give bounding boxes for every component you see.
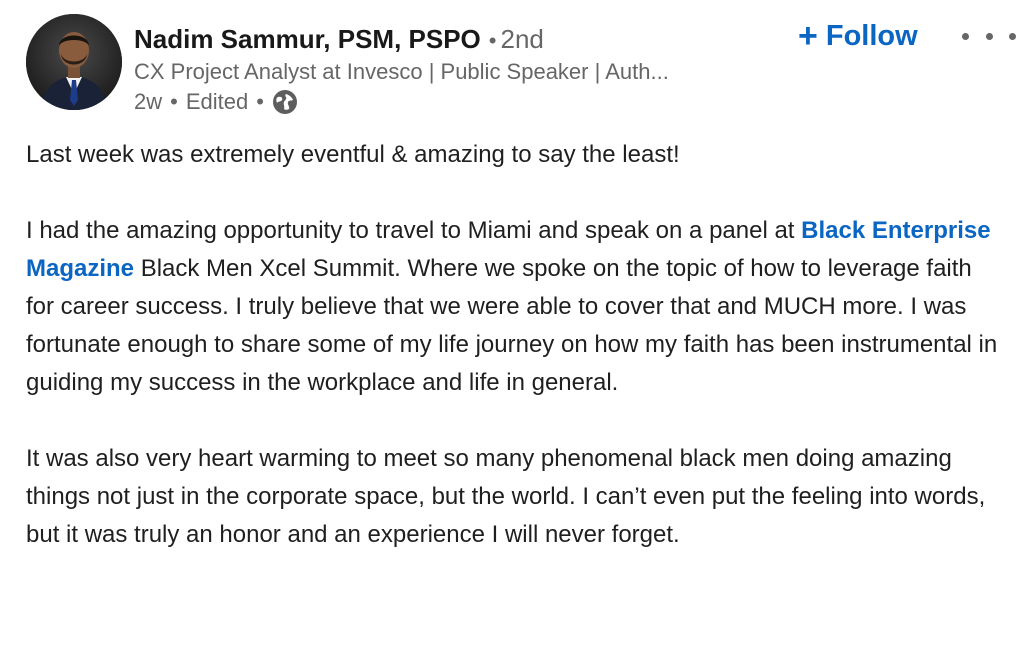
follow-button[interactable]: + Follow <box>798 18 918 54</box>
post-body: Last week was extremely eventful & amazi… <box>26 136 1001 592</box>
post-text: Black Men Xcel Summit. Where we spoke on… <box>26 255 998 396</box>
post-text: I had the amazing opportunity to travel … <box>26 217 802 244</box>
post-paragraph: It was also very heart warming to meet s… <box>26 445 986 548</box>
ellipsis-dot <box>962 32 969 40</box>
edited-label: Edited <box>185 89 249 114</box>
author-name[interactable]: Nadim Sammur, PSM, PSPO <box>134 24 481 54</box>
globe-icon <box>272 89 298 115</box>
separator-dot: • <box>256 89 264 114</box>
post-meta: 2w • Edited • <box>134 88 298 116</box>
author-avatar[interactable] <box>26 14 122 110</box>
separator-dot: • <box>170 89 178 114</box>
feed-post: Nadim Sammur, PSM, PSPO • 2nd CX Project A… <box>0 0 1024 649</box>
post-header: Nadim Sammur, PSM, PSPO • 2nd CX Project A… <box>26 14 1016 118</box>
plus-icon: + <box>798 17 818 55</box>
separator-dot: • <box>488 28 497 53</box>
author-headline: CX Project Analyst at Invesco | Public S… <box>134 59 669 84</box>
follow-label: Follow <box>825 19 918 52</box>
ellipsis-icon[interactable] <box>962 24 1016 48</box>
post-paragraph: I had the amazing opportunity to travel … <box>26 212 1001 402</box>
ellipsis-dot <box>985 32 993 40</box>
post-paragraph: Last week was extremely eventful & amazi… <box>26 141 680 168</box>
connection-degree: 2nd <box>500 24 544 54</box>
author-name-line: Nadim Sammur, PSM, PSPO • 2nd <box>134 24 544 56</box>
post-timestamp: 2w <box>134 89 163 114</box>
ellipsis-dot <box>1009 32 1016 40</box>
